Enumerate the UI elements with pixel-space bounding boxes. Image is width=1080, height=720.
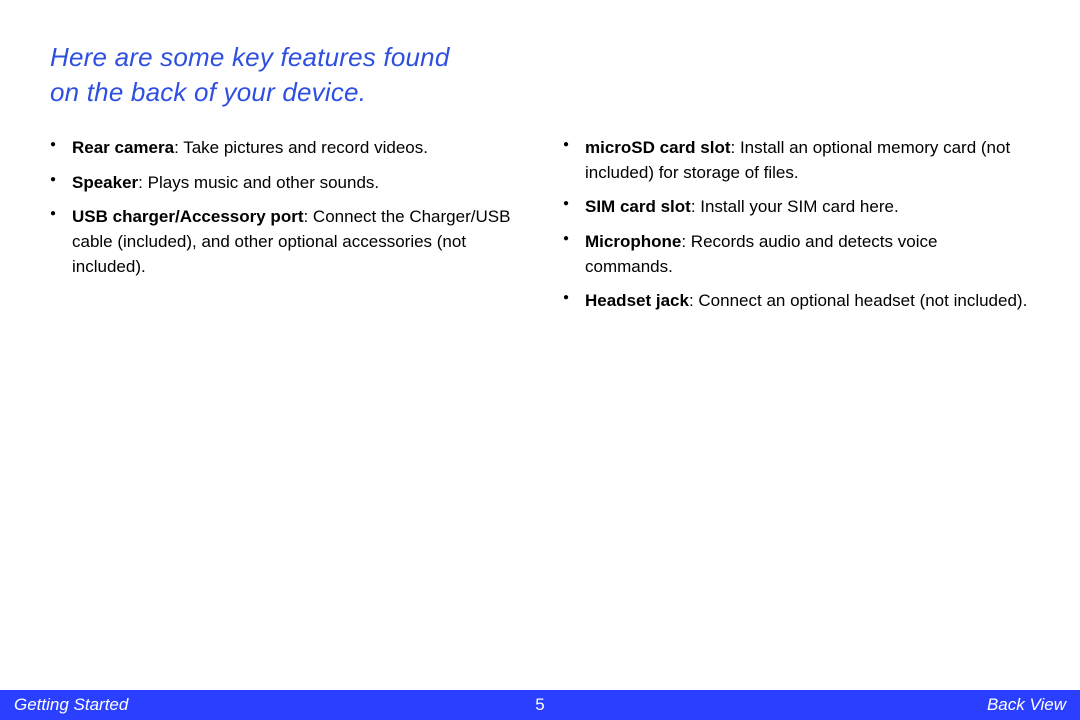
feature-term: Microphone <box>585 232 681 251</box>
feature-desc: : Connect an optional headset (not inclu… <box>689 291 1027 310</box>
feature-desc: : Take pictures and record videos. <box>174 138 428 157</box>
footer-right: Back View <box>987 695 1066 715</box>
list-item: Headset jack: Connect an optional headse… <box>585 289 1030 314</box>
feature-desc: : Plays music and other sounds. <box>138 173 379 192</box>
feature-term: Speaker <box>72 173 138 192</box>
feature-term: USB charger/Accessory port <box>72 207 303 226</box>
list-item: USB charger/Accessory port: Connect the … <box>72 205 517 279</box>
list-item: Speaker: Plays music and other sounds. <box>72 171 517 196</box>
list-item: SIM card slot: Install your SIM card her… <box>585 195 1030 220</box>
feature-term: microSD card slot <box>585 138 731 157</box>
feature-term: SIM card slot <box>585 197 691 216</box>
document-page: Here are some key features found on the … <box>0 0 1080 720</box>
feature-term: Rear camera <box>72 138 174 157</box>
left-column: Rear camera: Take pictures and record vi… <box>50 136 517 324</box>
feature-list-left: Rear camera: Take pictures and record vi… <box>50 136 517 279</box>
list-item: Rear camera: Take pictures and record vi… <box>72 136 517 161</box>
feature-desc: : Install your SIM card here. <box>691 197 899 216</box>
footer-left: Getting Started <box>14 695 128 715</box>
list-item: microSD card slot: Install an optional m… <box>585 136 1030 185</box>
list-item: Microphone: Records audio and detects vo… <box>585 230 1030 279</box>
feature-list-right: microSD card slot: Install an optional m… <box>563 136 1030 314</box>
page-heading: Here are some key features found on the … <box>50 40 1030 110</box>
right-column: microSD card slot: Install an optional m… <box>563 136 1030 324</box>
content-columns: Rear camera: Take pictures and record vi… <box>50 136 1030 324</box>
heading-line-2: on the back of your device. <box>50 77 366 107</box>
page-footer: Getting Started 5 Back View <box>0 690 1080 720</box>
feature-term: Headset jack <box>585 291 689 310</box>
heading-line-1: Here are some key features found <box>50 42 450 72</box>
footer-page-number: 5 <box>535 695 544 715</box>
